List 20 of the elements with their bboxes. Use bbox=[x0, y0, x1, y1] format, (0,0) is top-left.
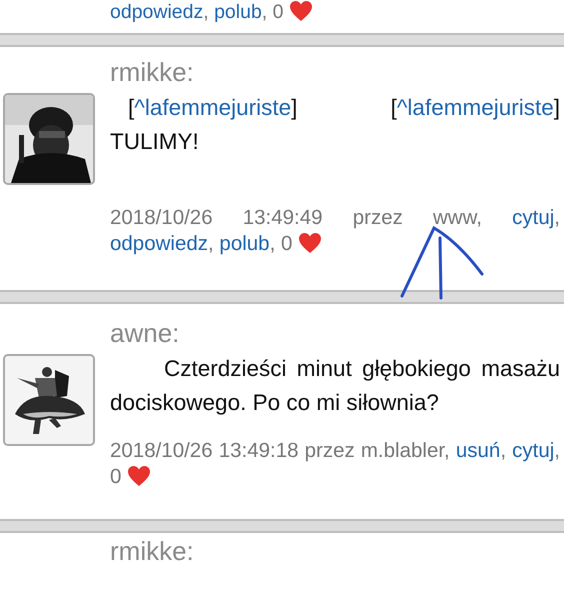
link[interactable]: odpowiedz bbox=[110, 1, 204, 23]
link[interactable]: polub bbox=[214, 1, 262, 23]
post-meta: 2018/10/26 13:49:49 przez www, cytuj, odpowiedz, polub, 0 bbox=[110, 205, 560, 257]
author-name[interactable]: awne: bbox=[110, 318, 560, 348]
author-name[interactable]: rmikke: bbox=[110, 57, 560, 87]
link[interactable]: usuń bbox=[456, 439, 500, 462]
heart-icon bbox=[288, 0, 313, 22]
post-meta: 2018/10/26 13:49:18 przez m.blabler, usuń, cytuj, 0 bbox=[110, 438, 560, 490]
post-text: Czterdzieści minut głębokiego masażu dociskowego. Po co mi siłownia? bbox=[110, 355, 560, 417]
heart-icon bbox=[298, 232, 322, 254]
link[interactable]: odpowiedz bbox=[110, 232, 208, 255]
post-text: [^lafemmejuriste] [^lafemmejuriste] TULIMY! bbox=[110, 94, 560, 156]
link[interactable]: ^lafemmejuriste bbox=[134, 95, 292, 120]
link[interactable]: cytuj bbox=[512, 439, 554, 462]
link[interactable]: cytuj bbox=[512, 206, 554, 229]
post-meta: odpowiedz, polub, 0 bbox=[0, 0, 564, 33]
author-name[interactable]: rmikke: bbox=[110, 537, 564, 565]
link[interactable]: ^lafemmejuriste bbox=[396, 95, 554, 120]
link[interactable]: polub bbox=[219, 232, 270, 255]
heart-icon bbox=[127, 465, 152, 487]
